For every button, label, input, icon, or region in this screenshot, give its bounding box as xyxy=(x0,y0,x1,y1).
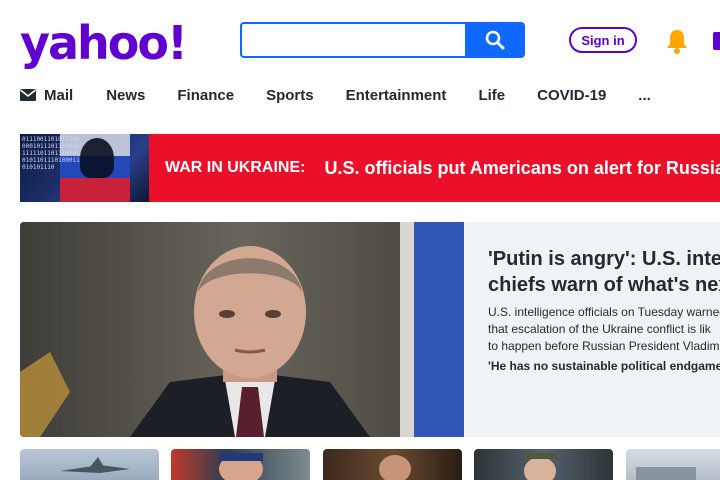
search-icon xyxy=(485,30,505,50)
nav-item-life[interactable]: Life xyxy=(478,87,505,104)
page: yahoo! Sign in Mail News Finance Sports … xyxy=(0,0,720,480)
sign-in-button[interactable]: Sign in xyxy=(569,27,637,53)
nav-item-more[interactable]: ... xyxy=(638,87,651,104)
top-nav: Mail News Finance Sports Entertainment L… xyxy=(20,84,683,106)
notification-bell-icon[interactable] xyxy=(663,27,691,60)
hero-headline[interactable]: 'Putin is angry': U.S. intel chiefs warn… xyxy=(488,246,720,298)
yahoo-logo[interactable]: yahoo! xyxy=(20,18,188,68)
nav-item-finance[interactable]: Finance xyxy=(177,87,234,104)
hooded-figure xyxy=(80,138,114,178)
binary-code-text: 0111001101011100000101110110101011111011… xyxy=(22,136,80,171)
nav-item-entertainment[interactable]: Entertainment xyxy=(346,87,447,104)
nav-item-mail[interactable]: Mail xyxy=(20,87,73,104)
mail-shortcut-icon[interactable] xyxy=(713,32,720,50)
banner-headline[interactable]: U.S. officials put Americans on alert fo… xyxy=(324,158,720,179)
nav-item-covid-19[interactable]: COVID-19 xyxy=(537,87,606,104)
story-thumbnail-row xyxy=(20,449,720,480)
hero-image[interactable] xyxy=(20,222,464,437)
nav-item-sports[interactable]: Sports xyxy=(266,87,314,104)
breaking-news-banner[interactable]: 0111001101011100000101110110101011111011… xyxy=(20,134,720,202)
hero-text-block: 'Putin is angry': U.S. intel chiefs warn… xyxy=(488,246,720,373)
nav-item-news[interactable]: News xyxy=(106,87,145,104)
search-button[interactable] xyxy=(465,22,525,58)
banner-label: WAR IN UKRAINE: xyxy=(165,159,306,176)
hero-story[interactable]: 'Putin is angry': U.S. intel chiefs warn… xyxy=(20,222,720,437)
story-thumbnail-4[interactable] xyxy=(474,449,613,480)
search-bar xyxy=(240,22,525,58)
mail-icon xyxy=(20,89,36,101)
flag-stripe-red xyxy=(60,178,130,202)
story-thumbnail-2[interactable] xyxy=(171,449,310,480)
story-thumbnail-5[interactable] xyxy=(626,449,720,480)
banner-thumbnail-image: 0111001101011100000101110110101011111011… xyxy=(20,134,149,202)
story-thumbnail-3[interactable] xyxy=(323,449,462,480)
search-input[interactable] xyxy=(240,22,465,58)
nav-item-label: Mail xyxy=(44,86,74,104)
hero-summary: U.S. intelligence officials on Tuesday w… xyxy=(488,305,720,353)
story-thumbnail-1[interactable] xyxy=(20,449,159,480)
hero-related-link[interactable]: 'He has no sustainable political endgame… xyxy=(488,359,720,373)
